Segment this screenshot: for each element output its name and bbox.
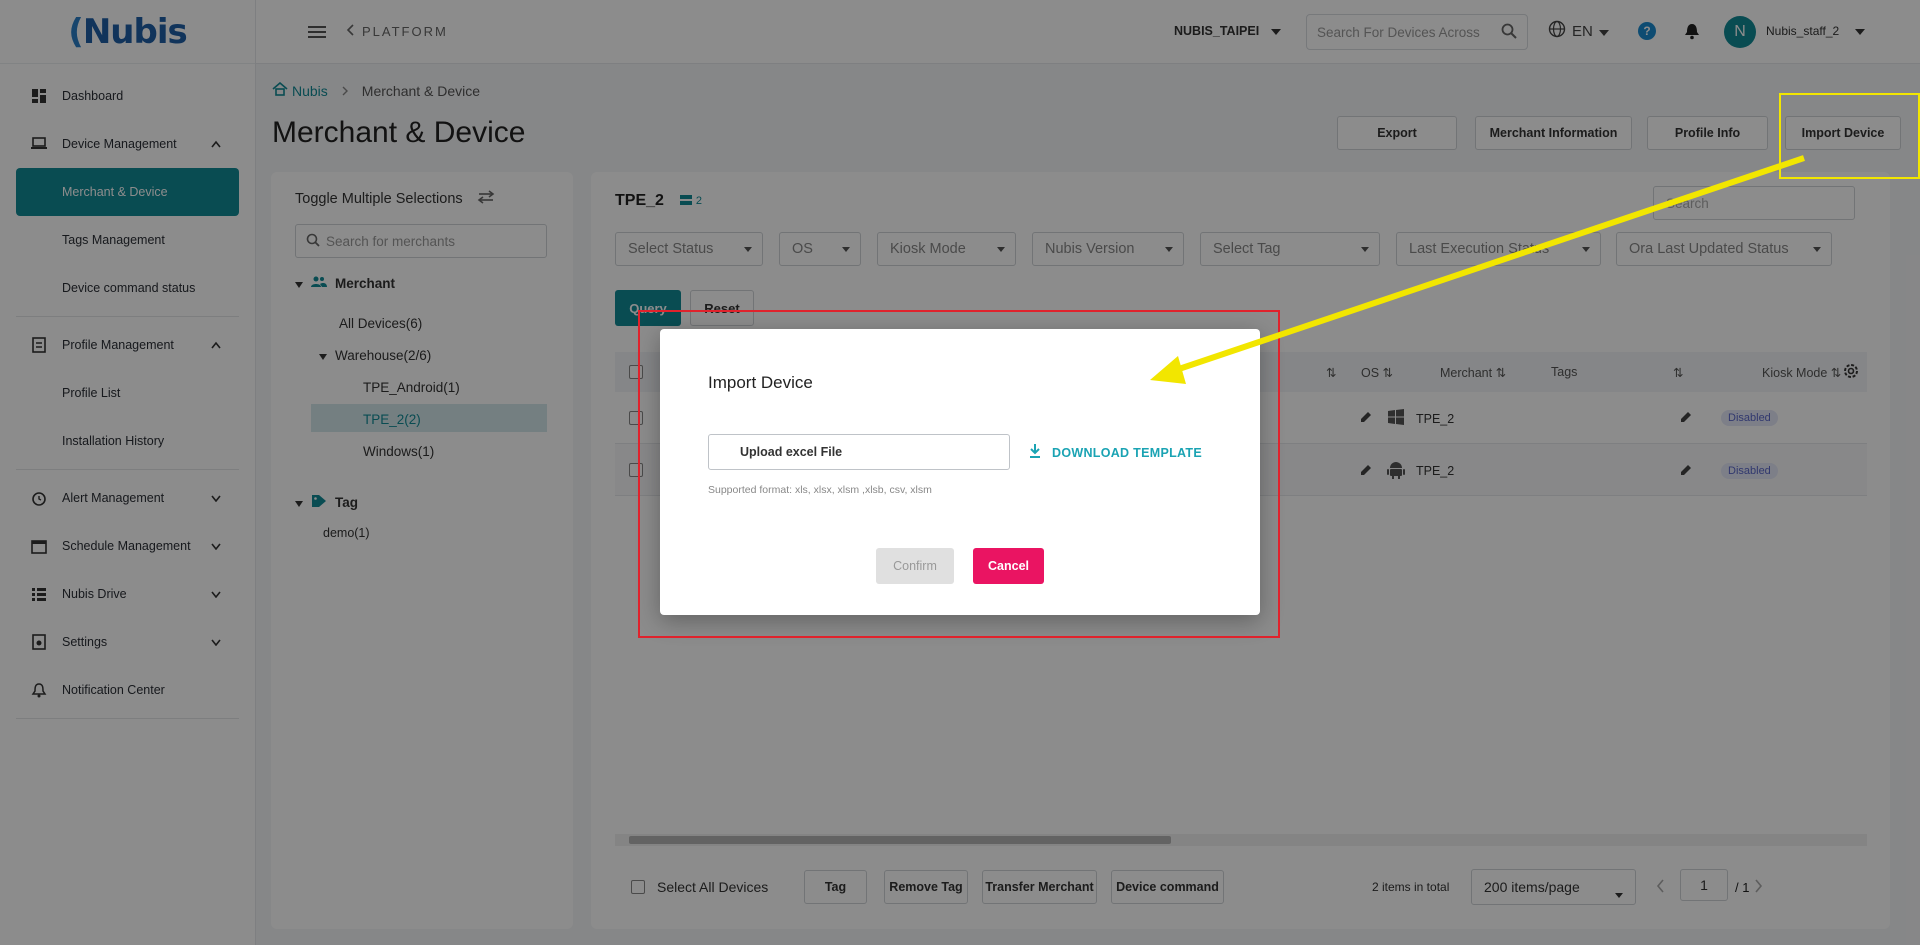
dialog-title: Import Device bbox=[708, 373, 813, 392]
confirm-button[interactable]: Confirm bbox=[876, 548, 954, 584]
download-template-label: DOWNLOAD TEMPLATE bbox=[1052, 445, 1202, 460]
upload-excel-file-button[interactable]: Upload excel File bbox=[708, 434, 1010, 470]
supported-formats-hint: Supported format: xls, xlsx, xlsm ,xlsb,… bbox=[708, 484, 932, 496]
download-icon bbox=[1028, 443, 1042, 462]
download-template-link[interactable]: DOWNLOAD TEMPLATE bbox=[1028, 443, 1202, 462]
cancel-button[interactable]: Cancel bbox=[973, 548, 1044, 584]
import-device-dialog: Import Device Upload excel File DOWNLOAD… bbox=[660, 329, 1260, 615]
